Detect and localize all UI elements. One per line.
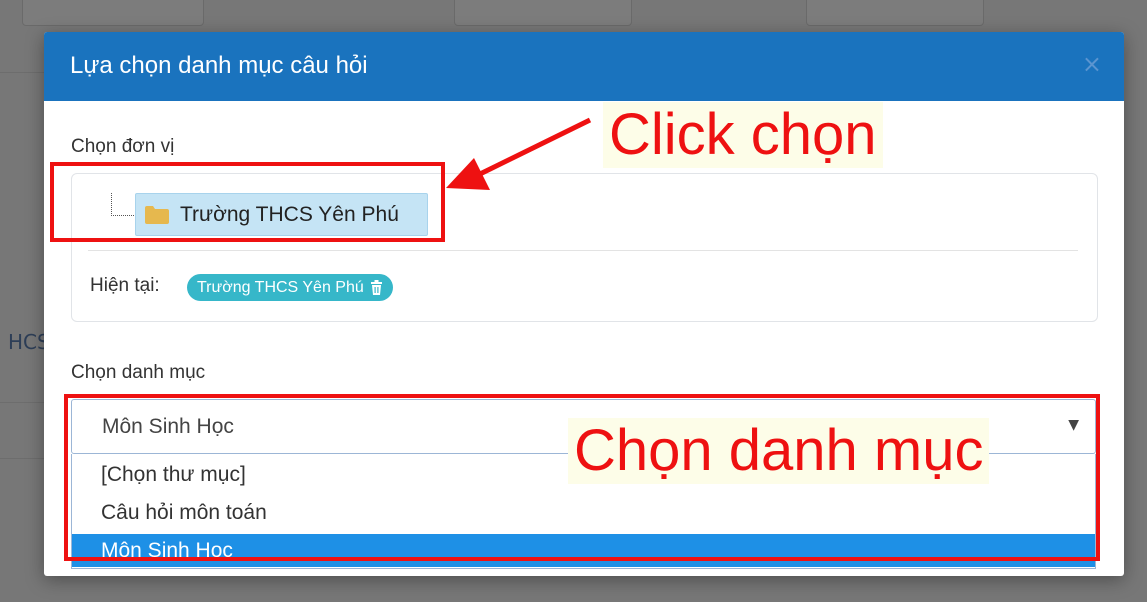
current-unit-label: Hiện tại: <box>90 275 160 296</box>
current-unit-value: Trường THCS Yên Phú <box>197 278 364 296</box>
callout-click: Click chọn <box>603 102 883 168</box>
unit-label: Chọn đơn vị <box>71 136 175 157</box>
background-divider <box>0 402 44 403</box>
category-label: Chọn danh mục <box>71 362 206 383</box>
background-field <box>22 0 204 26</box>
background-divider <box>0 72 44 73</box>
callout-category: Chọn danh mục <box>568 418 990 484</box>
highlight-box-unit <box>50 162 445 242</box>
close-icon[interactable]: × <box>1082 50 1102 78</box>
background-divider <box>0 458 44 459</box>
modal-title: Lựa chọn danh mục câu hỏi <box>70 52 368 79</box>
panel-divider <box>88 250 1078 251</box>
trash-icon[interactable] <box>370 280 383 295</box>
modal-header: Lựa chọn danh mục câu hỏi × <box>44 32 1124 101</box>
current-unit-badge: Trường THCS Yên Phú <box>187 274 393 301</box>
background-field <box>806 0 984 26</box>
background-field <box>454 0 632 26</box>
arrow-icon <box>446 117 592 190</box>
